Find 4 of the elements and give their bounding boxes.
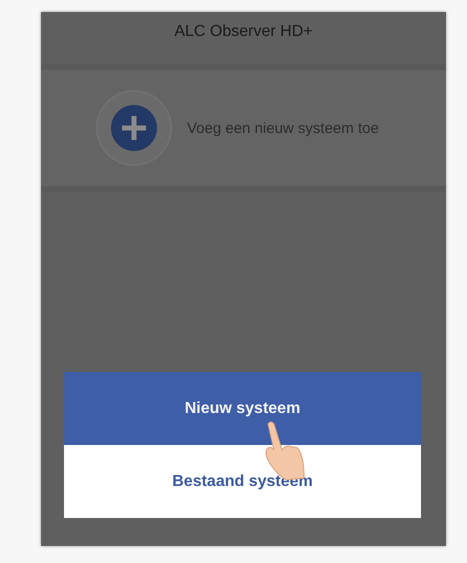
new-system-button[interactable]: Nieuw systeem <box>64 372 421 445</box>
add-icon <box>95 89 173 167</box>
add-system-label: Voeg een nieuw systeem toe <box>187 120 379 136</box>
app-title: ALC Observer HD+ <box>173 22 314 42</box>
